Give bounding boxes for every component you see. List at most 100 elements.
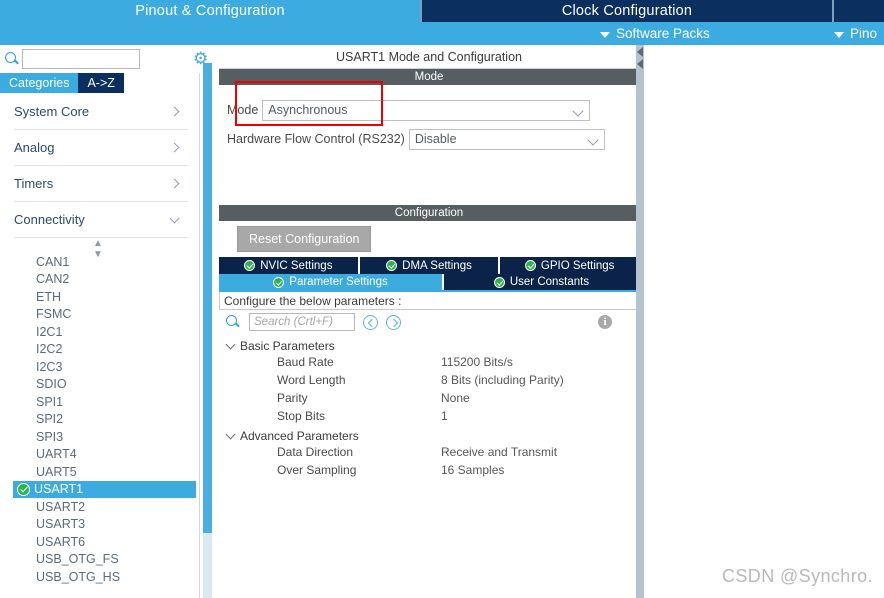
sidebar-view-tabs: Categories A->Z [0, 73, 200, 93]
parameter-search-row: Search (Crtl+F) i [219, 310, 639, 334]
tab-categories[interactable]: Categories [0, 73, 79, 93]
left-sidebar: ⚙ Categories A->Z System Core Analog Tim… [0, 45, 208, 598]
software-packs-menu[interactable]: Software Packs [600, 26, 710, 41]
table-row[interactable]: Word Length 8 Bits (including Parity) [219, 373, 639, 391]
parameter-search-input[interactable]: Search (Crtl+F) [249, 313, 355, 331]
sidebar-category-list: System Core Analog Timers Connectivity ▲… [0, 94, 196, 598]
category-label: Timers [14, 176, 54, 191]
peripheral-label: USART2 [36, 499, 86, 514]
list-item[interactable]: SPI3 [36, 428, 196, 446]
pinout-view: PA12 PA11 PA10 USART1_RX PA9 USART1_TX P… [644, 45, 884, 598]
sidebar-search-input[interactable] [22, 49, 140, 69]
info-icon[interactable]: i [598, 315, 612, 329]
group-advanced-parameters[interactable]: Advanced Parameters [219, 427, 639, 445]
tab-user-constants[interactable]: User Constants [444, 274, 639, 290]
tab-clock-configuration[interactable]: Clock Configuration [420, 0, 832, 22]
tab-parameter-settings[interactable]: Parameter Settings [219, 274, 444, 290]
sidebar-item-usart1[interactable]: USART1 [13, 480, 196, 498]
list-item[interactable]: CAN1 [36, 253, 196, 271]
hardware-flow-control-label: Hardware Flow Control (RS232) [227, 132, 405, 146]
table-row[interactable]: Stop Bits 1 [219, 409, 639, 427]
check-icon [273, 276, 285, 288]
tab-dma-settings[interactable]: DMA Settings [359, 257, 501, 274]
table-row[interactable]: Data Direction Receive and Transmit [219, 445, 639, 463]
category-label: Analog [14, 140, 55, 155]
list-item[interactable]: I2C2 [36, 341, 196, 359]
peripheral-label: ETH [36, 289, 61, 304]
peripheral-label: SPI2 [36, 412, 64, 427]
list-item[interactable]: SPI1 [36, 393, 196, 411]
check-icon [386, 260, 398, 271]
panel-splitter[interactable] [636, 45, 644, 598]
list-item[interactable]: I2C1 [36, 323, 196, 341]
group-label: Basic Parameters [240, 339, 335, 353]
table-row[interactable]: Parity None [219, 391, 639, 409]
list-item[interactable]: USART2 [36, 498, 196, 516]
tab-pinout-configuration[interactable]: Pinout & Configuration [0, 0, 420, 22]
tab-gpio-settings[interactable]: GPIO Settings [500, 257, 640, 274]
peripheral-label: I2C3 [36, 359, 63, 374]
tab-a-to-z[interactable]: A->Z [78, 73, 124, 93]
category-label: Connectivity [14, 212, 85, 227]
check-icon [244, 260, 256, 271]
peripheral-label: SPI1 [36, 394, 64, 409]
page-title: USART1 Mode and Configuration [219, 45, 639, 69]
sidebar-item-connectivity[interactable]: Connectivity [14, 202, 188, 238]
tab-nvic-settings[interactable]: NVIC Settings [219, 257, 360, 274]
peripheral-label: CAN1 [36, 254, 70, 269]
sidebar-item-system-core[interactable]: System Core [14, 94, 188, 130]
list-item[interactable]: ETH [36, 288, 196, 306]
list-item[interactable]: SDIO [36, 376, 196, 394]
chevron-down-icon [600, 31, 610, 38]
peripheral-label: I2C2 [36, 342, 63, 357]
parameter-name: Data Direction [277, 445, 354, 459]
tab-label: Parameter Settings [289, 276, 388, 288]
table-row[interactable]: Baud Rate 115200 Bits/s [219, 355, 639, 373]
list-item[interactable]: UART4 [36, 446, 196, 464]
parameter-value: Receive and Transmit [441, 445, 558, 459]
list-item[interactable]: CAN2 [36, 271, 196, 289]
check-icon [524, 260, 536, 271]
chevron-right-icon [169, 178, 180, 189]
reset-configuration-button[interactable]: Reset Configuration [237, 226, 372, 252]
check-icon [17, 482, 30, 496]
chevron-down-icon [834, 31, 844, 38]
parameter-value: 115200 Bits/s [441, 355, 513, 369]
collapse-right-icon[interactable] [637, 59, 643, 69]
list-item[interactable]: UART5 [36, 463, 196, 481]
chevron-down-icon [587, 133, 599, 146]
peripheral-label: USB_OTG_FS [36, 552, 119, 567]
mode-select[interactable]: Asynchronous [262, 99, 591, 121]
group-basic-parameters[interactable]: Basic Parameters [219, 337, 639, 355]
list-item[interactable]: I2C3 [36, 358, 196, 376]
mode-value: Asynchronous [268, 103, 348, 117]
table-row[interactable]: Over Sampling 16 Samples [219, 463, 639, 481]
sidebar-scrollbar-thumb[interactable] [203, 63, 212, 533]
list-item[interactable]: USART3 [36, 516, 196, 534]
list-item[interactable]: SPI2 [36, 411, 196, 429]
peripheral-label: CAN2 [36, 272, 70, 287]
list-item[interactable]: USB_OTG_HS [36, 568, 196, 586]
list-item[interactable]: FSMC [36, 306, 196, 324]
search-icon [225, 314, 241, 330]
sidebar-item-analog[interactable]: Analog [14, 130, 188, 166]
collapse-left-icon[interactable] [637, 47, 643, 57]
sidebar-scrollbar[interactable] [203, 63, 212, 598]
check-icon [493, 276, 505, 288]
list-item[interactable]: USART6 [36, 533, 196, 551]
next-match-button[interactable] [386, 314, 401, 330]
list-sorter-icon[interactable]: ▲ ▼ [0, 238, 196, 260]
pinout-menu[interactable]: Pino [834, 26, 877, 41]
tab-label: GPIO Settings [540, 259, 615, 272]
chevron-down-icon [572, 104, 584, 117]
configuration-section-body: Reset Configuration NVIC Settings DMA Se… [219, 221, 640, 481]
parameter-name: Over Sampling [277, 463, 357, 477]
tab-extra[interactable] [832, 0, 884, 22]
previous-match-button[interactable] [363, 314, 378, 330]
parameter-value: 16 Samples [441, 463, 505, 477]
search-icon [4, 51, 20, 67]
peripheral-label: SDIO [36, 377, 67, 392]
list-item[interactable]: USB_OTG_FS [36, 551, 196, 569]
sidebar-item-timers[interactable]: Timers [14, 166, 188, 202]
hardware-flow-control-select[interactable]: Disable [408, 128, 605, 150]
